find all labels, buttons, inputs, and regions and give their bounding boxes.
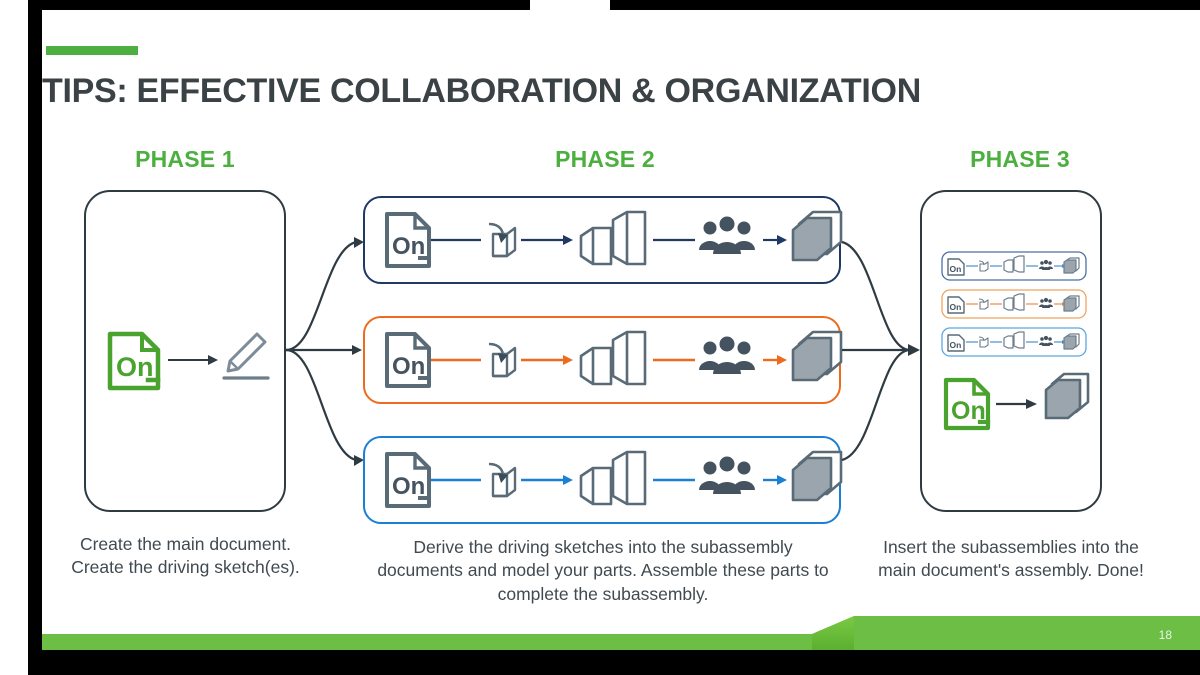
parts-icon: [579, 210, 647, 266]
mini-subassembly-row-3: On: [941, 327, 1087, 357]
frame-edge-bottom: [28, 650, 1200, 675]
collaborators-icon: [699, 216, 755, 254]
frame-edge-top: [28, 0, 1200, 10]
derive-icon: [488, 342, 517, 378]
parts-icon: [579, 450, 647, 506]
svg-text:On: On: [392, 353, 425, 380]
svg-text:On: On: [116, 352, 154, 382]
slide-number: 18: [1158, 628, 1172, 642]
assembly-cube-icon: [1044, 372, 1090, 420]
phase2-to-phase3-connectors: [841, 240, 920, 462]
phase1-to-phase2-connectors: [285, 237, 364, 466]
svg-text:On: On: [950, 302, 962, 312]
page-title: TIPS: EFFECTIVE COLLABORATION & ORGANIZA…: [42, 72, 921, 110]
derive-icon: [488, 222, 517, 258]
footer-green-band: [42, 616, 1200, 650]
assembly-cube-icon: [791, 210, 843, 262]
onshape-document-icon: On: [107, 331, 161, 391]
assembly-cube-icon: [791, 330, 843, 382]
phase-1-flow: On: [107, 331, 270, 391]
parts-icon: [579, 330, 647, 386]
subassembly-flow-1: On: [385, 210, 843, 268]
title-accent-bar: [46, 46, 138, 55]
svg-text:On: On: [950, 340, 962, 350]
onshape-document-icon: On: [943, 377, 991, 431]
subassembly-flow-3: On: [385, 450, 843, 508]
subassembly-flow-2: On: [385, 330, 843, 388]
phase-1-box: On: [84, 190, 286, 512]
assembly-cube-icon: [791, 450, 843, 502]
collaborators-icon: [699, 456, 755, 494]
onshape-document-icon: On: [385, 452, 431, 508]
phase-2-heading: PHASE 2: [555, 146, 655, 172]
phase-2-caption: Derive the driving sketches into the sub…: [377, 537, 829, 604]
phase-1-caption: Create the main document. Create the dri…: [71, 534, 300, 578]
frame-edge-left: [28, 0, 42, 675]
collaborators-icon: [699, 336, 755, 374]
slide: TIPS: EFFECTIVE COLLABORATION & ORGANIZA…: [0, 0, 1200, 675]
mini-subassembly-row-1: On: [941, 251, 1087, 281]
phase-3-caption: Insert the subassemblies into the main d…: [878, 537, 1144, 581]
derive-icon: [488, 462, 517, 498]
pencil-sketch-icon: [222, 332, 270, 380]
phase-1-heading: PHASE 1: [135, 146, 235, 172]
phase-3-box: On On On On: [920, 190, 1102, 512]
phase-3-flow: On On On On: [941, 251, 1090, 431]
subassembly-row-2: On: [363, 316, 843, 404]
onshape-document-icon: On: [385, 332, 431, 388]
svg-text:On: On: [392, 233, 425, 260]
flow-arrow: [996, 399, 1037, 409]
subassembly-row-1: On: [363, 196, 843, 284]
svg-text:On: On: [950, 264, 962, 274]
flow-arrow: [168, 355, 218, 365]
onshape-document-icon: On: [385, 212, 431, 268]
subassembly-row-3: On: [363, 436, 843, 524]
phase-3-heading: PHASE 3: [970, 146, 1070, 172]
svg-text:On: On: [392, 473, 425, 500]
mini-subassembly-row-2: On: [941, 289, 1087, 319]
frame-edge-notch: [530, 0, 610, 10]
